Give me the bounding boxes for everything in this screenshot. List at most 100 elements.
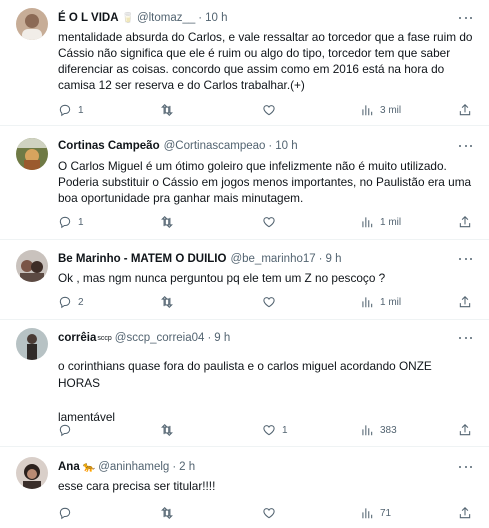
reply-button[interactable]: 1 bbox=[58, 102, 84, 118]
display-name[interactable]: Be Marinho - MATEM O DUILIO bbox=[58, 253, 226, 265]
tweet-2[interactable]: Cortinas Campeão @Cortinascampeao · 10 h… bbox=[0, 126, 489, 240]
like-button[interactable] bbox=[262, 102, 282, 118]
like-count: 1 bbox=[282, 424, 288, 436]
retweet-button[interactable] bbox=[160, 102, 180, 118]
display-name[interactable]: corrêia bbox=[58, 332, 96, 344]
share-button[interactable] bbox=[458, 294, 472, 310]
reply-icon bbox=[59, 424, 71, 437]
heart-icon bbox=[263, 105, 275, 116]
tweet-header: Cortinas Campeão @Cortinascampeao · 10 h bbox=[58, 138, 473, 154]
share-button[interactable] bbox=[458, 422, 472, 438]
share-icon bbox=[459, 424, 471, 436]
views-button[interactable]: 71 bbox=[360, 505, 391, 521]
tweet-3[interactable]: Be Marinho - MATEM O DUILIO @be_marinho1… bbox=[0, 240, 489, 320]
retweet-button[interactable] bbox=[160, 214, 180, 230]
reply-count: 1 bbox=[78, 216, 84, 228]
name-superscript: sccp bbox=[97, 334, 112, 342]
retweet-icon bbox=[161, 104, 173, 116]
reply-count: 2 bbox=[78, 296, 84, 308]
tweet-actions: 1 1 mil bbox=[58, 214, 473, 230]
views-chart-icon bbox=[362, 508, 373, 519]
views-button[interactable]: 1 mil bbox=[360, 294, 401, 310]
share-button[interactable] bbox=[458, 102, 472, 118]
reply-button[interactable]: 1 bbox=[58, 214, 84, 230]
leopard-emoji-icon: 🐆 bbox=[82, 461, 96, 473]
timestamp[interactable]: 10 h bbox=[275, 140, 297, 152]
tweet-text: esse cara precisa ser titular!!!! bbox=[58, 479, 216, 493]
user-handle[interactable]: @be_marinho17 bbox=[230, 253, 315, 265]
reply-button[interactable]: 2 bbox=[58, 294, 84, 310]
tweet-actions: 2 1 mil bbox=[58, 294, 473, 310]
tweet-text: o corinthians quase fora do paulista e o… bbox=[58, 359, 432, 424]
heart-icon bbox=[263, 508, 275, 519]
heart-icon bbox=[263, 425, 275, 436]
tweet-5[interactable]: Ana 🐆 @aninhamelg · 2 h esse cara precis… bbox=[0, 447, 489, 528]
like-button[interactable] bbox=[262, 214, 282, 230]
more-options-icon[interactable] bbox=[459, 460, 473, 474]
like-button[interactable] bbox=[262, 294, 282, 310]
tweet-header: É O L VIDA 🥛 @ltomaz__ · 10 h bbox=[58, 10, 473, 26]
reply-button[interactable] bbox=[58, 422, 78, 438]
more-options-icon[interactable] bbox=[459, 252, 473, 266]
tweet-text: mentalidade absurda do Carlos, e vale re… bbox=[58, 30, 473, 92]
reply-button[interactable] bbox=[58, 505, 78, 521]
tweet-4[interactable]: corrêia sccp @sccp_correia04 · 9 h o cor… bbox=[0, 320, 489, 447]
reply-count: 1 bbox=[78, 104, 84, 116]
views-chart-icon bbox=[362, 297, 373, 308]
views-count: 3 mil bbox=[380, 104, 402, 116]
tweet-text: Ok , mas ngm nunca perguntou pq ele tem … bbox=[58, 271, 386, 285]
more-options-icon[interactable] bbox=[459, 331, 473, 345]
avatar[interactable] bbox=[16, 457, 48, 489]
avatar[interactable] bbox=[16, 8, 48, 40]
views-button[interactable]: 383 bbox=[360, 422, 397, 438]
more-options-icon[interactable] bbox=[459, 139, 473, 153]
reply-icon bbox=[59, 296, 71, 309]
avatar[interactable] bbox=[16, 138, 48, 170]
views-count: 1 mil bbox=[380, 216, 402, 228]
share-button[interactable] bbox=[458, 214, 472, 230]
retweet-icon bbox=[161, 507, 173, 519]
separator: · bbox=[207, 332, 212, 344]
views-button[interactable]: 1 mil bbox=[360, 214, 401, 230]
views-count: 383 bbox=[380, 424, 397, 436]
tweet-actions: 1 383 bbox=[58, 422, 473, 438]
reply-icon bbox=[59, 216, 71, 229]
share-button[interactable] bbox=[458, 505, 472, 521]
user-handle[interactable]: @ltomaz__ bbox=[137, 12, 195, 24]
timestamp[interactable]: 2 h bbox=[179, 461, 195, 473]
reply-icon bbox=[59, 104, 71, 117]
separator: · bbox=[268, 140, 273, 152]
retweet-button[interactable] bbox=[160, 294, 180, 310]
views-count: 1 mil bbox=[380, 296, 402, 308]
reply-icon bbox=[59, 507, 71, 520]
tweet-header: Ana 🐆 @aninhamelg · 2 h bbox=[58, 459, 473, 475]
views-button[interactable]: 3 mil bbox=[360, 102, 401, 118]
tweet-1[interactable]: É O L VIDA 🥛 @ltomaz__ · 10 h mentalidad… bbox=[0, 0, 489, 126]
retweet-button[interactable] bbox=[160, 422, 180, 438]
timestamp[interactable]: 9 h bbox=[214, 332, 230, 344]
display-name[interactable]: É O L VIDA bbox=[58, 12, 119, 24]
user-handle[interactable]: @Cortinascampeao bbox=[164, 140, 266, 152]
user-handle[interactable]: @sccp_correia04 bbox=[115, 332, 205, 344]
retweet-button[interactable] bbox=[160, 505, 180, 521]
avatar[interactable] bbox=[16, 328, 48, 360]
display-name[interactable]: Cortinas Campeão bbox=[58, 140, 160, 152]
share-icon bbox=[459, 216, 471, 228]
separator: · bbox=[198, 12, 203, 24]
heart-icon bbox=[263, 297, 275, 308]
timestamp[interactable]: 9 h bbox=[326, 253, 342, 265]
like-button[interactable] bbox=[262, 505, 282, 521]
views-chart-icon bbox=[362, 425, 373, 436]
views-chart-icon bbox=[362, 105, 373, 116]
avatar[interactable] bbox=[16, 250, 48, 282]
retweet-icon bbox=[161, 216, 173, 228]
views-count: 71 bbox=[380, 507, 392, 519]
tweet-header: corrêia sccp @sccp_correia04 · 9 h bbox=[58, 330, 473, 346]
timestamp[interactable]: 10 h bbox=[205, 12, 227, 24]
more-options-icon[interactable] bbox=[459, 11, 473, 25]
user-handle[interactable]: @aninhamelg bbox=[98, 461, 169, 473]
display-name[interactable]: Ana bbox=[58, 461, 80, 473]
retweet-icon bbox=[161, 296, 173, 308]
heart-icon bbox=[263, 217, 275, 228]
like-button[interactable]: 1 bbox=[262, 422, 288, 438]
